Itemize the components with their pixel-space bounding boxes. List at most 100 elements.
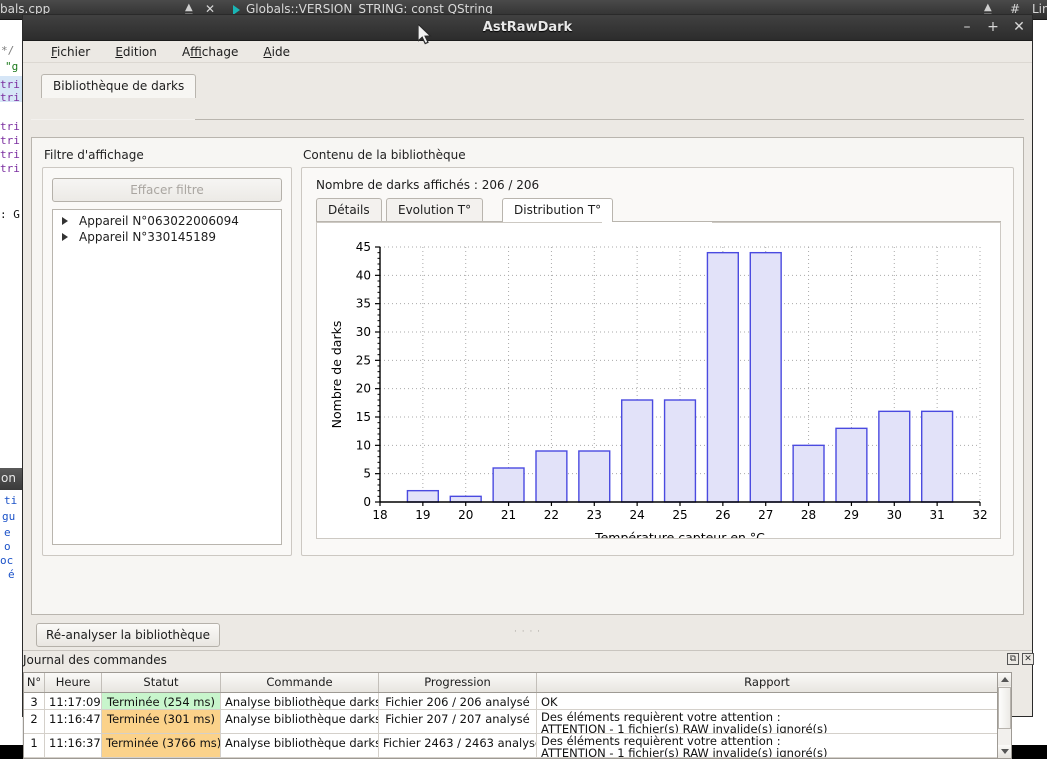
chevron-right-icon[interactable]	[62, 233, 68, 241]
cell-heure: 11:16:37	[45, 734, 102, 757]
window-content: Bibliothèque de darks Filtre d'affichage…	[23, 64, 1034, 759]
column-header-progression[interactable]: Progression	[379, 673, 537, 692]
code-fragment: tri	[0, 78, 20, 91]
menu-edition-label: dition	[122, 45, 157, 59]
svg-text:27: 27	[758, 508, 773, 522]
svg-text:25: 25	[672, 508, 687, 522]
journal-vertical-scrollbar[interactable]	[997, 672, 1012, 759]
close-icon[interactable]: ✕	[1022, 653, 1034, 665]
svg-text:26: 26	[715, 508, 730, 522]
cell-progression: Fichier 206 / 206 analysé	[379, 693, 537, 709]
table-row[interactable]: 3 11:17:09 Terminée (254 ms) Analyse biblio…	[24, 693, 998, 710]
table-row[interactable]: 2 11:16:47 Terminée (301 ms) Analyse biblio…	[24, 710, 998, 734]
filter-group-label: Filtre d'affichage	[44, 148, 144, 162]
reanalyse-library-button[interactable]: Ré-analyser la bibliothèque	[36, 623, 221, 647]
column-header-heure[interactable]: Heure	[45, 673, 102, 692]
scroll-down-arrow-icon[interactable]	[998, 745, 1011, 758]
svg-text:15: 15	[356, 410, 371, 424]
svg-text:25: 25	[356, 353, 371, 367]
journal-splitter[interactable]	[23, 650, 1032, 651]
menu-aide[interactable]: Aide	[253, 41, 300, 62]
cell-rapport: Des éléments requièrent votre attention …	[537, 734, 998, 757]
ide-panel-body: ti gu e o oc é	[0, 490, 22, 581]
svg-text:18: 18	[372, 508, 387, 522]
column-header-num[interactable]: N°	[24, 673, 45, 692]
darks-count-label: Nombre de darks affichés : 206 / 206	[316, 178, 540, 192]
scrollbar-thumb[interactable]	[998, 687, 1011, 729]
cell-num: 2	[24, 710, 45, 733]
journal-rows: 3 11:17:09 Terminée (254 ms) Analyse biblio…	[24, 693, 998, 758]
device-list[interactable]: Appareil N°063022006094 Appareil N°33014…	[52, 209, 282, 545]
tab-details[interactable]: Détails	[316, 198, 382, 222]
svg-text:Température capteur en °C: Température capteur en °C	[594, 530, 765, 538]
tab-distribution-temp[interactable]: Distribution T°	[502, 198, 614, 222]
cell-rapport: Des éléments requièrent votre attention …	[537, 710, 998, 733]
svg-text:30: 30	[887, 508, 902, 522]
menu-affichage-label: ichage	[201, 45, 239, 59]
clear-filter-button[interactable]: Effacer filtre	[52, 178, 282, 202]
maximize-icon[interactable]: +	[986, 19, 1000, 35]
journal-table-header: N° Heure Statut Commande Progression Rap…	[24, 673, 998, 693]
splitter-grip[interactable]: · · · ·	[514, 627, 541, 637]
svg-text:5: 5	[363, 467, 371, 481]
journal-table[interactable]: N° Heure Statut Commande Progression Rap…	[23, 672, 998, 759]
svg-text:22: 22	[544, 508, 559, 522]
ide-tab-lin[interactable]: Lin	[1032, 2, 1047, 16]
cell-statut: Terminée (254 ms)	[102, 693, 221, 709]
svg-text:Nombre de darks: Nombre de darks	[329, 321, 344, 429]
cell-commande: Analyse bibliothèque darks	[221, 734, 379, 757]
svg-text:24: 24	[630, 508, 645, 522]
library-group-label: Contenu de la bibliothèque	[303, 148, 466, 162]
cell-progression: Fichier 2463 / 2463 analysé	[379, 734, 537, 757]
ide-panel-tab-label: on	[1, 471, 16, 485]
tab-evolution-temp[interactable]: Evolution T°	[386, 198, 484, 222]
panel-line: gu	[2, 510, 16, 523]
panel-line: e	[4, 526, 11, 539]
svg-text:35: 35	[356, 297, 371, 311]
device-label: Appareil N°330145189	[79, 230, 217, 244]
undock-icon[interactable]: ⧉	[1007, 653, 1019, 665]
minimize-icon[interactable]: –	[960, 19, 974, 35]
svg-text:32: 32	[972, 508, 987, 522]
svg-text:21: 21	[501, 508, 516, 522]
menu-affichage[interactable]: Affichage	[172, 41, 248, 62]
svg-text:31: 31	[930, 508, 945, 522]
menu-aide-label: ide	[271, 45, 290, 59]
menu-fichier-label: ichier	[57, 45, 91, 59]
svg-text:40: 40	[356, 268, 371, 282]
svg-text:0: 0	[363, 495, 371, 509]
table-row[interactable]: 1 11:16:37 Terminée (3766 ms) Analyse bibli…	[24, 734, 998, 758]
library-tab-strip[interactable]: Détails Evolution T° Distribution T°	[316, 198, 1001, 222]
cell-commande: Analyse bibliothèque darks	[221, 710, 379, 733]
main-tab-strip[interactable]: Bibliothèque de darks	[41, 74, 1022, 98]
title-bar[interactable]: AstRawDark – + ✕	[23, 15, 1032, 41]
scroll-up-arrow-icon[interactable]	[998, 673, 1011, 686]
application-window: AstRawDark – + ✕ Fichier Edition Afficha…	[22, 14, 1034, 759]
menu-fichier[interactable]: Fichier	[41, 41, 100, 62]
device-tree-item[interactable]: Appareil N°063022006094	[53, 213, 281, 229]
code-fragment: */	[1, 44, 15, 57]
code-fragment: "g	[5, 60, 19, 73]
svg-text:20: 20	[356, 382, 371, 396]
cell-num: 3	[24, 693, 45, 709]
close-icon[interactable]: ✕	[1012, 19, 1026, 35]
device-label: Appareil N°063022006094	[79, 214, 239, 228]
column-header-commande[interactable]: Commande	[221, 673, 379, 692]
journal-title: Journal des commandes	[23, 653, 167, 667]
column-header-rapport[interactable]: Rapport	[537, 673, 998, 692]
svg-text:30: 30	[356, 325, 371, 339]
cell-rapport: OK	[537, 693, 998, 709]
svg-text:28: 28	[801, 508, 816, 522]
chevron-right-icon[interactable]	[62, 217, 68, 225]
panel-line: o	[4, 540, 11, 553]
device-tree-item[interactable]: Appareil N°330145189	[53, 229, 281, 245]
column-header-statut[interactable]: Statut	[102, 673, 221, 692]
code-fragment: tri	[0, 134, 20, 147]
menu-edition[interactable]: Edition	[105, 41, 167, 62]
cell-heure: 11:16:47	[45, 710, 102, 733]
ide-panel-header[interactable]: on	[0, 468, 22, 490]
tab-bibliotheque-de-darks[interactable]: Bibliothèque de darks	[41, 74, 197, 98]
window-title: AstRawDark	[482, 20, 573, 35]
cell-statut: Terminée (3766 ms)	[102, 734, 221, 757]
menu-bar[interactable]: Fichier Edition Affichage Aide	[23, 41, 1032, 63]
